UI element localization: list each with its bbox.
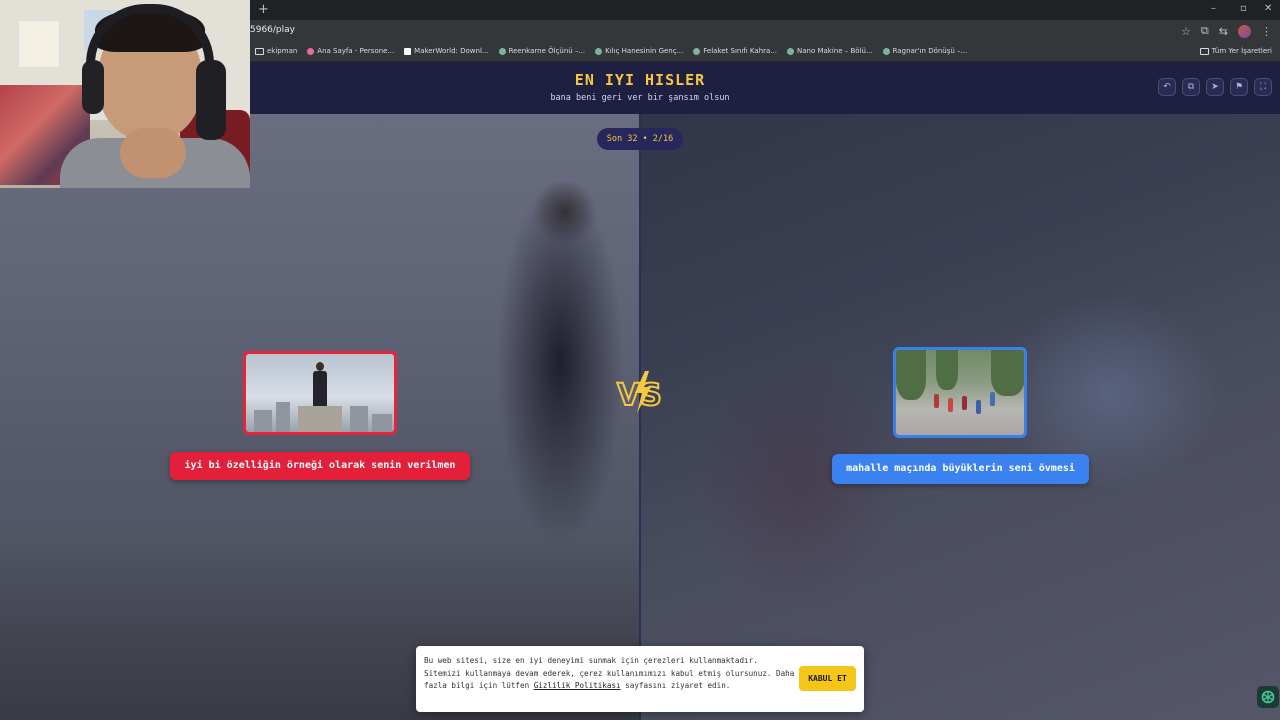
site-icon — [595, 47, 603, 55]
share-icon[interactable]: ⧉ — [1182, 78, 1200, 96]
site-icon — [693, 47, 701, 55]
site-icon — [786, 47, 794, 55]
assistant-extension-icon[interactable] — [1257, 686, 1279, 708]
minimize-button[interactable]: – — [1211, 3, 1216, 14]
businessman-figure — [312, 362, 328, 406]
address-bar-actions: ☆ ⧉ ⇆ ⋮ — [1181, 24, 1272, 38]
page-title: EN IYI HISLER — [574, 71, 706, 89]
right-option-label[interactable]: mahalle maçında büyüklerin seni övmesi — [832, 454, 1089, 484]
cookie-message: Bu web sitesi, size en iyi deneyimi sunm… — [424, 656, 795, 690]
folder-icon — [255, 47, 264, 55]
privacy-policy-link[interactable]: Gizlilik Politikası — [534, 681, 621, 690]
profile-avatar[interactable] — [1238, 24, 1251, 38]
new-tab-button[interactable]: + — [258, 2, 269, 17]
bookmark-item[interactable]: Kılıç Hanesinin Genç... — [595, 47, 683, 55]
webcam-overlay — [0, 0, 250, 188]
bookmark-item[interactable]: MakerWorld: Downl... — [404, 47, 489, 55]
browser-menu-icon[interactable]: ⋮ — [1261, 25, 1272, 38]
accept-cookies-button[interactable]: KABUL ET — [799, 666, 856, 691]
round-indicator: Son 32 • 2/16 — [597, 128, 683, 150]
cookie-banner: Bu web sitesi, size en iyi deneyimi sunm… — [416, 646, 864, 712]
bookmark-item[interactable]: Ana Sayfa - Persone... — [307, 47, 394, 55]
bookmark-item[interactable]: Nano Makine – Bölü... — [786, 47, 873, 55]
all-bookmarks-button[interactable]: Tüm Yer İşaretleri — [1199, 47, 1272, 55]
left-option-label[interactable]: iyi bi özelliğin örneği olarak senin ver… — [170, 452, 470, 480]
bookmark-item[interactable]: ekipman — [255, 47, 297, 55]
extensions-icon[interactable]: ⧉ — [1201, 24, 1209, 38]
bookmark-star-icon[interactable]: ☆ — [1181, 25, 1191, 38]
close-window-button[interactable]: ✕ — [1264, 3, 1272, 14]
url-field[interactable]: 5966/play — [250, 25, 295, 35]
right-option-image[interactable] — [893, 347, 1027, 438]
site-icon — [404, 47, 412, 55]
bookmark-item[interactable]: Felaket Sınıfı Kahra... — [693, 47, 777, 55]
bookmark-item[interactable]: Ragnar'ın Dönüşü –... — [882, 47, 967, 55]
flag-icon[interactable]: ⚑ — [1230, 78, 1248, 96]
send-icon[interactable]: ➤ — [1206, 78, 1224, 96]
site-icon — [882, 47, 890, 55]
page-subtitle: bana beni geri ver bir şansım olsun — [550, 93, 730, 103]
site-icon — [307, 47, 315, 55]
bookmark-item[interactable]: Reenkarne Ölçünü –... — [498, 47, 585, 55]
fullscreen-icon[interactable]: ⛶ — [1254, 78, 1272, 96]
app-header: EN IYI HISLER bana beni geri ver bir şan… — [250, 62, 1280, 114]
header-actions: ↶ ⧉ ➤ ⚑ ⛶ — [1158, 78, 1272, 96]
maximize-button[interactable]: ▫ — [1240, 3, 1247, 14]
folder-icon — [1199, 47, 1209, 55]
cast-icon[interactable]: ⇆ — [1219, 25, 1228, 38]
versus-emblem: VS — [616, 371, 663, 414]
undo-icon[interactable]: ↶ — [1158, 78, 1176, 96]
center-divider — [639, 114, 641, 720]
site-icon — [498, 47, 506, 55]
left-option-image[interactable] — [243, 351, 397, 435]
